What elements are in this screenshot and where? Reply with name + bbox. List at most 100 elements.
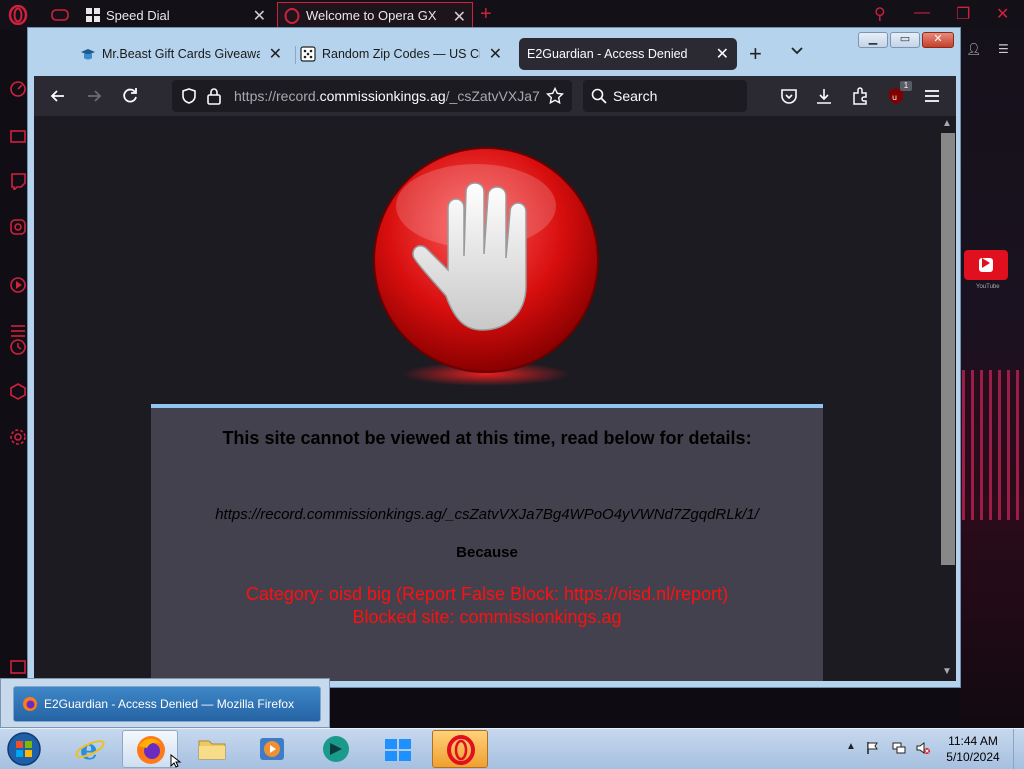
taskbar-app[interactable] xyxy=(308,730,364,768)
tab-e2guardian[interactable]: E2Guardian - Access Denied ✕ xyxy=(519,38,737,70)
clock-date: 5/10/2024 xyxy=(946,750,1000,764)
graduation-cap-icon xyxy=(81,49,95,60)
gamepad-icon[interactable] xyxy=(50,6,70,24)
background-art xyxy=(962,370,1022,520)
taskbar-preview-item[interactable]: E2Guardian - Access Denied — Mozilla Fir… xyxy=(13,686,321,722)
opera-tab-label: Welcome to Opera GX xyxy=(306,8,437,23)
tab-label: E2Guardian - Access Denied xyxy=(527,47,688,61)
taskbar-windows-app[interactable] xyxy=(370,730,426,768)
close-icon[interactable]: ✕ xyxy=(489,44,502,64)
url-domain: commissionkings.ag xyxy=(319,88,446,104)
pocket-icon[interactable] xyxy=(779,86,799,106)
scrollbar-thumb[interactable] xyxy=(941,133,955,565)
opera-tab-label: Speed Dial xyxy=(106,7,170,23)
bag-icon[interactable] xyxy=(9,126,27,144)
page-content: This site cannot be viewed at this time,… xyxy=(34,116,956,681)
firefox-icon xyxy=(137,736,165,764)
folder-icon xyxy=(198,740,226,760)
block-category: Category: oisd big (Report False Block: … xyxy=(245,584,729,604)
search-placeholder: Search xyxy=(613,88,658,104)
svg-text:e: e xyxy=(80,733,98,765)
system-clock[interactable]: 11:44 AM 5/10/2024 xyxy=(938,733,1008,765)
history-icon[interactable] xyxy=(9,338,27,356)
flag-icon[interactable] xyxy=(866,741,880,755)
settings-sliders-icon[interactable]: ☰ xyxy=(998,42,1009,56)
settings-icon[interactable] xyxy=(9,428,27,446)
shield-icon[interactable] xyxy=(180,87,198,105)
opera-tab-bar: Speed Dial ✕ Welcome to Opera GX ✕ + ⚲ —… xyxy=(0,0,1024,30)
show-desktop-button[interactable] xyxy=(1013,729,1024,769)
close-icon[interactable]: ✕ xyxy=(253,6,266,26)
url-path: /_csZatvVXJa7B xyxy=(445,88,540,104)
search-bar[interactable]: Search xyxy=(583,80,747,112)
extension-badge: 1 xyxy=(900,81,912,91)
opera-logo-icon[interactable] xyxy=(8,5,28,25)
taskbar-window-preview: E2Guardian - Access Denied — Mozilla Fir… xyxy=(0,678,330,728)
download-icon[interactable] xyxy=(814,86,834,106)
opera-logo-icon xyxy=(447,735,475,765)
scroll-up-icon[interactable]: ▲ xyxy=(942,118,952,129)
because-label: Because xyxy=(456,544,518,561)
twitch-icon[interactable] xyxy=(9,172,27,190)
gallery-icon[interactable] xyxy=(9,658,27,676)
hamburger-menu-icon[interactable] xyxy=(922,86,942,106)
restore-icon[interactable]: ❐ xyxy=(956,4,970,24)
tab-mrbeast[interactable]: Mr.Beast Gift Cards Giveaway ✕ xyxy=(80,38,290,70)
tab-random-zip-codes[interactable]: Random Zip Codes — US City ✕ xyxy=(300,38,510,70)
firefox-tab-strip: Mr.Beast Gift Cards Giveaway ✕ Random Zi… xyxy=(34,34,954,74)
play-icon xyxy=(982,258,990,268)
minimize-icon[interactable]: — xyxy=(914,4,930,22)
vertical-scrollbar[interactable]: ▲ ▼ xyxy=(938,116,956,681)
taskbar-media-player[interactable] xyxy=(244,730,300,768)
firefox-window: ▁ ▭ ✕ Mr.Beast Gift Cards Giveaway ✕ Ran… xyxy=(27,27,961,688)
network-icon[interactable] xyxy=(892,741,906,755)
firefox-navigation-bar: https://record.commissionkings.ag/_csZat… xyxy=(34,76,956,116)
chevron-up-icon[interactable]: ▲ xyxy=(846,741,860,755)
blocked-url: https://record.commissionkings.ag/_csZat… xyxy=(215,506,759,523)
tab-label: Mr.Beast Gift Cards Giveaway xyxy=(102,47,260,61)
account-icon[interactable]: 👤︎ xyxy=(966,42,981,56)
bookmark-star-icon[interactable] xyxy=(546,87,564,105)
taskbar-preview-title: E2Guardian - Access Denied — Mozilla Fir… xyxy=(44,697,295,711)
reload-icon[interactable] xyxy=(120,86,140,106)
block-message-panel: This site cannot be viewed at this time,… xyxy=(151,404,823,681)
close-icon[interactable]: ✕ xyxy=(716,44,729,64)
close-icon[interactable]: ✕ xyxy=(453,7,466,27)
opera-tab-speed-dial[interactable]: Speed Dial ✕ xyxy=(80,2,272,28)
forward-arrow-icon[interactable] xyxy=(84,86,104,106)
clock-time: 11:44 AM xyxy=(948,734,998,748)
new-tab-button[interactable]: + xyxy=(749,41,762,67)
close-icon[interactable]: ✕ xyxy=(269,44,282,64)
taskbar-file-explorer[interactable] xyxy=(184,730,240,768)
blocked-site: Blocked site: commissionkings.ag xyxy=(352,607,622,627)
svg-text:u: u xyxy=(892,93,897,102)
chevron-down-icon[interactable] xyxy=(790,44,804,58)
url-bar[interactable]: https://record.commissionkings.ag/_csZat… xyxy=(172,80,572,112)
search-icon[interactable]: ⚲ xyxy=(874,4,886,24)
grid-icon xyxy=(86,8,100,22)
opera-new-tab-button[interactable]: + xyxy=(480,3,492,26)
internet-explorer-icon: e xyxy=(75,733,105,765)
back-arrow-icon[interactable] xyxy=(48,86,68,106)
opera-tab-welcome[interactable]: Welcome to Opera GX ✕ xyxy=(277,2,473,28)
tab-label: Random Zip Codes — US City xyxy=(322,47,480,61)
instagram-icon[interactable] xyxy=(9,218,27,236)
taskbar-internet-explorer[interactable]: e xyxy=(62,730,118,768)
url-prefix: https://record. xyxy=(234,88,320,104)
close-icon[interactable]: ✕ xyxy=(996,4,1009,24)
search-icon xyxy=(591,88,607,104)
lock-icon[interactable] xyxy=(206,87,222,105)
url-text[interactable]: https://record.commissionkings.ag/_csZat… xyxy=(234,88,540,104)
player-icon[interactable] xyxy=(9,276,27,294)
firefox-icon xyxy=(23,697,37,711)
windows-start-icon[interactable] xyxy=(6,731,42,767)
app-icon xyxy=(323,736,349,762)
extensions-puzzle-icon[interactable] xyxy=(850,86,870,106)
speedometer-icon[interactable] xyxy=(9,80,27,98)
windows-taskbar: e ▲ 11:44 AM 5/10/2024 xyxy=(0,728,1024,769)
dice-icon xyxy=(300,46,316,62)
volume-muted-icon[interactable] xyxy=(916,741,930,755)
taskbar-opera-gx[interactable] xyxy=(432,730,488,768)
cube-icon[interactable] xyxy=(9,382,27,400)
scroll-down-icon[interactable]: ▼ xyxy=(942,666,952,677)
